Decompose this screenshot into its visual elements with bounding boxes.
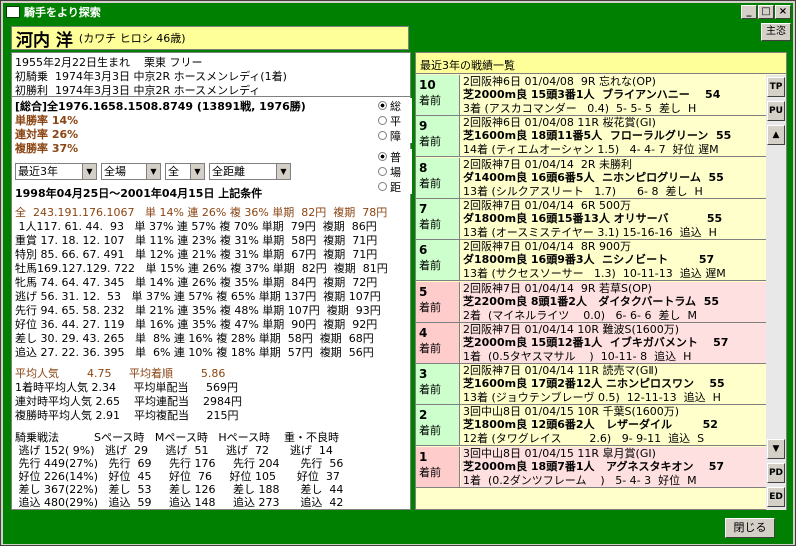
jockey-kana: (カワチ ヒロシ 46歳) <box>78 32 186 45</box>
stats-panel: 1955年2月22日生まれ 栗東 フリー 初騎乗 1974年3月3日 中京2R … <box>11 52 412 510</box>
race-history-title: 最近3年の戦績一覧 <box>416 53 786 74</box>
race-number: 5 着前 <box>416 281 460 322</box>
radio-dot <box>378 152 387 161</box>
race-row[interactable]: 2 着前 3回中山8日 01/04/15 10R 千葉S(1600万) 芝1800m良… <box>416 405 766 447</box>
race-detail: 2回阪神7日 01/04/14 11R 読売マ(GⅡ) 芝1600m良 17頭2番… <box>463 364 725 405</box>
maximize-button[interactable]: □ <box>758 5 774 19</box>
radio-all[interactable]: 総 <box>378 98 412 113</box>
top-button[interactable]: TP <box>767 77 785 97</box>
race-number: 2 着前 <box>416 405 460 446</box>
scroll-up-button[interactable]: ▲ <box>767 125 785 145</box>
race-detail: 2回阪神7日 01/04/14 6R 500万 ダ1800m良 16頭15番13人… <box>463 198 723 239</box>
race-number: 9 着前 <box>416 116 460 157</box>
race-number: 4 着前 <box>416 322 460 363</box>
shusei-button[interactable]: 主恣 <box>761 23 791 41</box>
close-dialog-button[interactable]: 閉じる <box>725 518 775 538</box>
period-select[interactable]: 最近3年 ▼ <box>15 163 97 180</box>
fukusho-rate: 複勝率 37% <box>15 142 79 155</box>
condition-text: 1998年04月25日～2001年04月15日 上記条件 <box>15 187 263 200</box>
race-detail: 3回中山8日 01/04/15 11R 皐月賞(GⅠ) 芝2000m良 18頭7番… <box>461 446 766 487</box>
race-row[interactable]: 9 着前 2回阪神6日 01/04/08 11R 桜花賞(GⅠ) 芝1600m良 18… <box>416 116 766 158</box>
radio-normal[interactable]: 普 <box>378 149 412 164</box>
tactics-row: 追込 480(29%) 追込 59 追込 148 追込 273 追込 42 <box>15 496 344 509</box>
chevron-down-icon: ▼ <box>276 164 290 179</box>
race-row[interactable]: 8 着前 2回阪神7日 01/04/14 2R 未勝利 ダ1400m良 16頭6番5人… <box>416 157 766 199</box>
race-detail: 2回阪神7日 01/04/14 8R 900万 ダ1800m良 16頭9番3人 ニ… <box>463 240 726 281</box>
end-button[interactable]: ED <box>767 487 785 507</box>
page-up-button[interactable]: PU <box>767 101 785 121</box>
race-number: 1 着前 <box>416 446 460 487</box>
race-number: 8 着前 <box>416 157 460 198</box>
race-number: 10 着前 <box>416 75 460 115</box>
race-detail: 2回阪神6日 01/04/08 9R 忘れな(OP) 芝2000m良 15頭3番1… <box>463 75 721 115</box>
race-row[interactable]: 4 着前 2回阪神7日 01/04/14 10R 難波S(1600万) 芝2000m良… <box>416 322 766 364</box>
sort-radio-group: 普 場 距 <box>378 149 412 194</box>
average-row: 複勝時平均人気 2.91 平均複配当 215円 <box>15 409 239 422</box>
race-detail: 2回阪神7日 01/04/14 9R 若草S(OP) 芝2200m良 8頭1番2人… <box>461 281 766 322</box>
chevron-down-icon: ▼ <box>82 164 96 179</box>
race-detail: 2回阪神7日 01/04/14 2R 未勝利 ダ1400m良 16頭6番5人 ニホ… <box>463 157 724 198</box>
main-window: 騎手をより探索 _ □ × 河内 洋 (カワチ ヒロシ 46歳) 主恣 1955… <box>0 0 796 546</box>
radio-dot <box>378 182 387 191</box>
race-row[interactable]: 6 着前 2回阪神7日 01/04/14 8R 900万 ダ1800m良 16頭9番3… <box>416 240 766 282</box>
distance-select[interactable]: 全距離 ▼ <box>209 163 291 180</box>
radio-dot <box>378 131 387 140</box>
minimize-button[interactable]: _ <box>741 5 757 19</box>
race-row[interactable]: 1 着前 3回中山8日 01/04/15 11R 皐月賞(GⅠ) 芝2000m良 18… <box>416 446 766 488</box>
radio-dot <box>378 167 387 176</box>
radio-dot <box>378 101 387 110</box>
venue-select[interactable]: 全場 ▼ <box>101 163 161 180</box>
radio-distance[interactable]: 距 <box>378 179 412 194</box>
jockey-name-bar: 河内 洋 (カワチ ヒロシ 46歳) <box>11 26 409 51</box>
race-detail: 2回阪神7日 01/04/14 10R 難波S(1600万) 芝2000m良 15… <box>461 322 766 363</box>
race-number: 3 着前 <box>416 364 460 405</box>
radio-dot <box>378 116 387 125</box>
radio-flat[interactable]: 平 <box>378 113 412 128</box>
race-number: 7 着前 <box>416 198 460 239</box>
radio-venue[interactable]: 場 <box>378 164 412 179</box>
chevron-down-icon: ▼ <box>190 164 204 179</box>
radio-jump[interactable]: 障 <box>378 128 412 143</box>
race-detail: 3回中山8日 01/04/15 10R 千葉S(1600万) 芝1800m良 12… <box>463 405 718 446</box>
scroll-down-button[interactable]: ▼ <box>767 439 785 459</box>
chevron-down-icon: ▼ <box>146 164 160 179</box>
course-select[interactable]: 全 ▼ <box>165 163 205 180</box>
window-title: 騎手をより探索 <box>24 6 101 19</box>
race-history-panel: 最近3年の戦績一覧 10 着前 2回阪神6日 01/04/08 9R 忘れな(OP)… <box>415 52 787 510</box>
race-row[interactable]: 10 着前 2回阪神6日 01/04/08 9R 忘れな(OP) 芝2000m良 15… <box>416 75 766 116</box>
race-row[interactable]: 7 着前 2回阪神7日 01/04/14 6R 500万 ダ1800m良 16頭15番… <box>416 198 766 240</box>
title-bar: 騎手をより探索 _ □ × <box>3 3 793 21</box>
side-scrollbar[interactable]: TP PU ▲ ▼ PD ED <box>766 75 786 510</box>
close-window-button[interactable]: × <box>775 5 791 19</box>
type-radio-group: 総 平 障 <box>378 98 412 143</box>
stats-row: 追込 27. 22. 36. 395 単 6% 連 10% 複 18% 単期 5… <box>15 346 374 359</box>
race-row[interactable]: 3 着前 2回阪神7日 01/04/14 11R 読売マ(GⅡ) 芝1600m良 17… <box>416 364 766 406</box>
jockey-name: 河内 洋 <box>16 30 73 51</box>
race-detail: 2回阪神6日 01/04/08 11R 桜花賞(GⅠ) 芝1600m良 18頭11… <box>463 116 732 157</box>
page-down-button[interactable]: PD <box>767 463 785 483</box>
app-icon <box>6 6 20 18</box>
race-number: 6 着前 <box>416 240 460 281</box>
race-row[interactable]: 5 着前 2回阪神7日 01/04/14 9R 若草S(OP) 芝2200m良 8頭1… <box>416 281 766 323</box>
